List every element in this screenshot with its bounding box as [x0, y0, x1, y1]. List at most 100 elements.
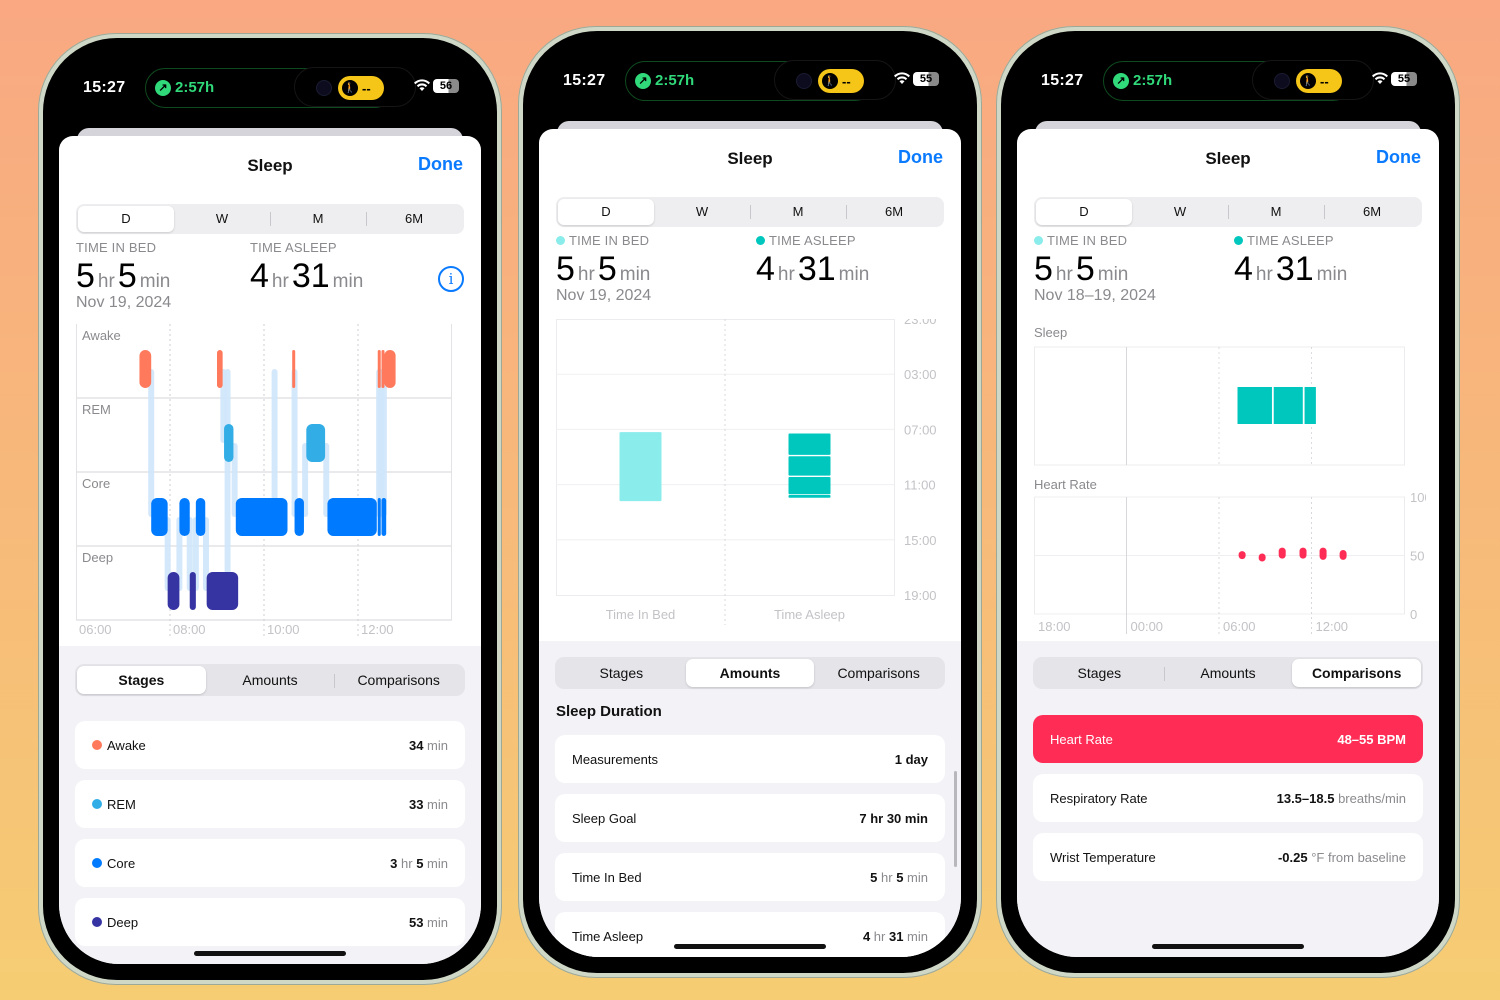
tab-comparisons[interactable]: Comparisons [814, 659, 943, 687]
range-option-w[interactable]: W [654, 199, 750, 225]
tab-stages[interactable]: Stages [77, 666, 206, 694]
range-option-m[interactable]: M [750, 199, 846, 225]
range-option-d[interactable]: D [1036, 199, 1132, 225]
comparison-charts[interactable]: Sleep Heart Rate 100 50 0 18:00 00:00 06:00 12:0… [1034, 321, 1426, 637]
row-name: Awake [107, 737, 146, 753]
dynamic-island[interactable]: ↗ 2:57h 🚶 -- [625, 60, 896, 101]
y-tick-label: 19:00 [904, 588, 937, 603]
stage-segment-awake [217, 350, 223, 388]
stage-segment-deep [189, 572, 196, 610]
value-unit: min [423, 737, 448, 753]
x-tick-label: 10:00 [267, 622, 300, 637]
view-tabs: Stages Amounts Comparisons [1033, 657, 1423, 689]
timer-text: 2:57h [655, 72, 695, 89]
stage-segment-rem [224, 424, 234, 462]
status-time: 15:27 [83, 79, 126, 96]
row-label: Measurements [572, 752, 658, 767]
tab-comparisons[interactable]: Comparisons [1292, 659, 1422, 687]
row-label: Heart Rate [1050, 732, 1113, 747]
range-option-6m[interactable]: 6M [366, 206, 462, 232]
home-indicator[interactable] [674, 944, 826, 949]
tab-comparisons[interactable]: Comparisons [334, 666, 463, 694]
value-unit: hr [397, 855, 417, 871]
summary-stats: TIME IN BED 5 hr5 min Nov 19, 2024 TIME AS… [76, 240, 464, 320]
list-row[interactable]: Wrist Temperature -0.25 °F from baseline [1033, 833, 1423, 881]
lower-panel: Stages Amounts Comparisons Sleep Duratio… [539, 641, 961, 957]
row-label: REM [92, 797, 136, 812]
hr-value: 4 [1234, 250, 1253, 288]
row-value: 34 min [409, 738, 448, 753]
tab-stages[interactable]: Stages [557, 659, 686, 687]
scrollbar[interactable] [954, 771, 957, 867]
range-option-m[interactable]: M [270, 206, 366, 232]
list-row[interactable]: Heart Rate 48–55 BPM [1033, 715, 1423, 763]
chart-title: Sleep [1034, 325, 1067, 340]
value-number: 31 [888, 928, 904, 944]
label-text: TIME IN BED [1047, 233, 1128, 248]
tab-amounts[interactable]: Amounts [685, 659, 815, 687]
list-row[interactable]: Core 3 hr 5 min [75, 839, 465, 887]
stage-color-dot [92, 799, 102, 809]
value-number: 34 [408, 737, 424, 753]
y-tick-label: 07:00 [904, 422, 937, 437]
home-indicator[interactable] [194, 951, 346, 956]
sleep-segment [1273, 387, 1303, 424]
dynamic-island[interactable]: ↗ 2:57h 🚶 -- [1103, 60, 1374, 101]
list-row[interactable]: Time In Bed 5 hr 5 min [555, 853, 945, 901]
list-row[interactable]: Deep 53 min [75, 898, 465, 946]
x-tick-label: 08:00 [173, 622, 206, 637]
stage-segment-core [381, 498, 387, 536]
sleep-sheet: Sleep Done D W M 6M TIME IN BED 5 hr5 min … [59, 136, 481, 964]
list-row[interactable]: Time Asleep 4 hr 31 min [555, 912, 945, 957]
done-button[interactable]: Done [1376, 147, 1421, 168]
range-option-d[interactable]: D [558, 199, 654, 225]
sleep-amounts-chart[interactable]: 23:00 03:00 07:00 11:00 15:00 19:00 Time In Be… [556, 319, 948, 635]
range-option-6m[interactable]: 6M [1324, 199, 1420, 225]
tab-stages[interactable]: Stages [1035, 659, 1164, 687]
range-option-w[interactable]: W [174, 206, 270, 232]
list-row[interactable]: Sleep Goal 7 hr 30 min [555, 794, 945, 842]
value-unit: min [423, 855, 448, 871]
value-unit: °F from baseline [1307, 849, 1406, 865]
range-option-m[interactable]: M [1228, 199, 1324, 225]
done-button[interactable]: Done [898, 147, 943, 168]
info-circle-icon[interactable]: i [438, 266, 464, 292]
range-option-6m[interactable]: 6M [846, 199, 942, 225]
hr-unit: hr [777, 264, 795, 285]
range-option-w[interactable]: W [1132, 199, 1228, 225]
sleep-segment [1304, 387, 1316, 424]
stage-segment-core [179, 498, 190, 536]
time-in-bed-value: 5 hr5 min [1034, 250, 1156, 289]
sleep-stages-chart[interactable]: Awake REM Core Deep 06:00 08:00 10:00 12:00 [76, 324, 452, 642]
amount-bar [788, 494, 831, 498]
asleep-legend-dot [756, 236, 765, 245]
value-unit: min [903, 928, 928, 944]
list-row[interactable]: Respiratory Rate 13.5–18.5 breaths/min [1033, 774, 1423, 822]
tab-amounts[interactable]: Amounts [206, 666, 335, 694]
stage-color-dot [92, 740, 102, 750]
date-label: Nov 19, 2024 [76, 294, 172, 311]
value-number: 48–55 BPM [1337, 731, 1406, 747]
row-name: REM [107, 796, 136, 812]
activity-timer: ↗ 2:57h [1113, 72, 1172, 89]
dynamic-island[interactable]: ↗ 2:57h 🚶 -- [145, 67, 416, 108]
hr-value: 4 [756, 250, 775, 288]
stage-segment-awake [377, 350, 381, 388]
list-row[interactable]: Awake 34 min [75, 721, 465, 769]
heart-rate-point [1238, 551, 1246, 560]
done-button[interactable]: Done [418, 154, 463, 175]
list-row[interactable]: REM 33 min [75, 780, 465, 828]
row-name: Wrist Temperature [1050, 849, 1156, 865]
walk-value: -- [842, 73, 851, 89]
row-name: Core [107, 855, 136, 871]
home-indicator[interactable] [1152, 944, 1304, 949]
time-in-bed-stat: TIME IN BED 5 hr5 min Nov 18–19, 2024 [1034, 233, 1156, 305]
range-option-d[interactable]: D [78, 206, 174, 232]
value-unit: min [423, 914, 448, 930]
stage-segment-deep [167, 572, 180, 610]
row-label: Core [92, 856, 135, 871]
row-label: Sleep Goal [572, 811, 636, 826]
tab-amounts[interactable]: Amounts [1163, 659, 1293, 687]
sleep-segment [1237, 387, 1272, 424]
list-row[interactable]: Measurements 1 day [555, 735, 945, 783]
